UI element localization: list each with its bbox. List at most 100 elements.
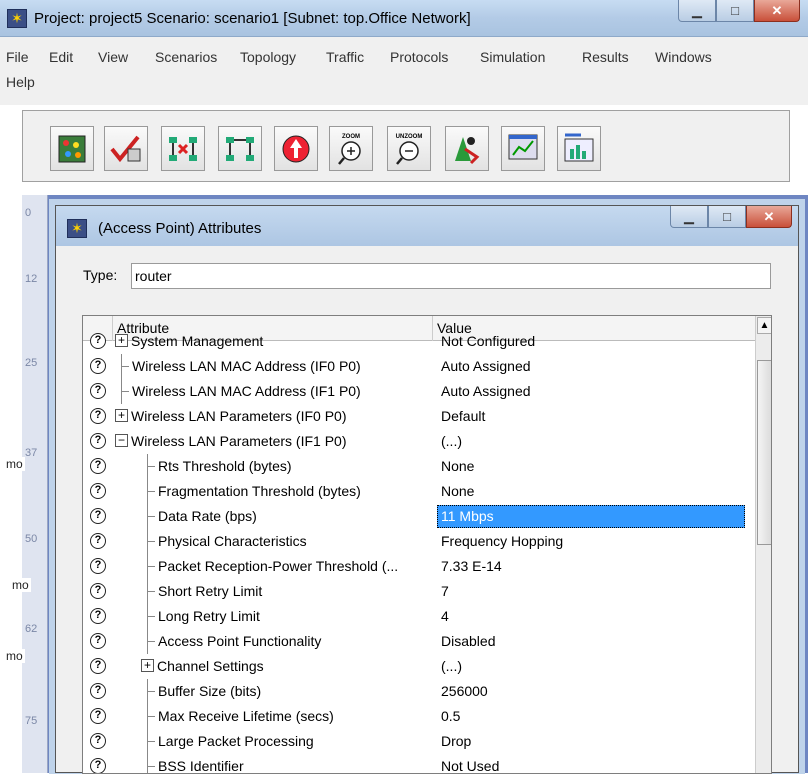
verify-links-button[interactable] <box>104 126 148 171</box>
help-icon[interactable]: ? <box>90 583 106 599</box>
tree-tick <box>147 616 155 617</box>
tree-tick <box>147 566 155 567</box>
help-icon[interactable]: ? <box>90 433 106 449</box>
dialog-maximize-button[interactable]: □ <box>708 206 746 228</box>
open-palette-button[interactable] <box>50 126 94 171</box>
recover-node-icon <box>226 136 254 161</box>
vertical-scrollbar[interactable]: ▲ <box>755 316 771 773</box>
close-button[interactable]: ✕ <box>754 0 800 22</box>
table-row[interactable]: ? BSS Identifier Not Used <box>83 754 755 773</box>
minimize-button[interactable]: ▁ <box>678 0 716 22</box>
attribute-name: Large Packet Processing <box>158 733 314 749</box>
scrollbar-thumb[interactable] <box>757 360 771 545</box>
table-row[interactable]: ? Buffer Size (bits) 256000 <box>83 679 755 704</box>
menu-view[interactable]: View <box>98 49 128 65</box>
table-row[interactable]: ? Wireless LAN MAC Address (IF0 P0) Auto… <box>83 354 755 379</box>
dialog-close-button[interactable]: ✕ <box>746 206 792 228</box>
attribute-value: 4 <box>441 608 449 624</box>
help-icon[interactable]: ? <box>90 333 106 349</box>
menu-windows[interactable]: Windows <box>655 49 712 65</box>
run-simulation-button[interactable] <box>445 126 489 171</box>
help-icon[interactable]: ? <box>90 708 106 724</box>
table-row[interactable]: ? Wireless LAN MAC Address (IF1 P0) Auto… <box>83 379 755 404</box>
tree-tick <box>147 741 155 742</box>
help-icon[interactable]: ? <box>90 608 106 624</box>
tree-tick <box>121 391 129 392</box>
expand-icon[interactable]: + <box>141 659 154 672</box>
attribute-name: Buffer Size (bits) <box>158 683 262 699</box>
fail-node-button[interactable] <box>161 126 205 171</box>
expand-icon[interactable]: + <box>115 334 128 347</box>
open-palette-icon <box>58 135 86 162</box>
help-icon[interactable]: ? <box>90 483 106 499</box>
menu-topology[interactable]: Topology <box>240 49 296 65</box>
recover-node-button[interactable] <box>218 126 262 171</box>
unzoom-icon: UNZOOM <box>396 134 422 165</box>
window-title: Project: project5 Scenario: scenario1 [S… <box>34 10 471 27</box>
node-label: mo <box>4 457 25 471</box>
scroll-up-icon[interactable]: ▲ <box>757 317 771 334</box>
table-row-selected[interactable]: ? Data Rate (bps) 11 Mbps <box>83 504 755 529</box>
table-row[interactable]: ? + Channel Settings (...) <box>83 654 755 679</box>
type-field[interactable] <box>131 263 771 289</box>
tree-tick <box>147 491 155 492</box>
expand-icon[interactable]: + <box>115 409 128 422</box>
table-row[interactable]: ? Physical Characteristics Frequency Hop… <box>83 529 755 554</box>
table-row[interactable]: ? Large Packet Processing Drop <box>83 729 755 754</box>
menu-results[interactable]: Results <box>582 49 629 65</box>
help-icon[interactable]: ? <box>90 633 106 649</box>
table-row[interactable]: ? + Wireless LAN Parameters (IF0 P0) Def… <box>83 404 755 429</box>
vertical-ruler: 0 12 25 37 50 62 75 <box>22 195 48 773</box>
table-row[interactable]: ? Rts Threshold (bytes) None <box>83 454 755 479</box>
app-icon: ✶ <box>67 219 87 238</box>
ruler-label: 0 <box>25 207 32 219</box>
maximize-button[interactable]: □ <box>716 0 754 22</box>
ruler-label: 25 <box>25 357 38 369</box>
menu-file[interactable]: File <box>6 49 29 65</box>
help-icon[interactable]: ? <box>90 508 106 524</box>
help-icon[interactable]: ? <box>90 383 106 399</box>
table-row[interactable]: ? Max Receive Lifetime (secs) 0.5 <box>83 704 755 729</box>
view-results-button[interactable] <box>501 126 545 171</box>
hide-graphs-button[interactable] <box>557 126 601 171</box>
attribute-value: (...) <box>441 433 462 449</box>
table-row[interactable]: ? Long Retry Limit 4 <box>83 604 755 629</box>
menu-help[interactable]: Help <box>6 74 35 90</box>
help-icon[interactable]: ? <box>90 533 106 549</box>
table-row[interactable]: ? + System Management Not Configured <box>83 329 755 354</box>
help-icon[interactable]: ? <box>90 408 106 424</box>
table-row[interactable]: ? Packet Reception-Power Threshold (... … <box>83 554 755 579</box>
attribute-name: Wireless LAN MAC Address (IF0 P0) <box>132 358 361 374</box>
help-icon[interactable]: ? <box>90 683 106 699</box>
table-row[interactable]: ? − Wireless LAN Parameters (IF1 P0) (..… <box>83 429 755 454</box>
attribute-name: Physical Characteristics <box>158 533 307 549</box>
table-row[interactable]: ? Short Retry Limit 7 <box>83 579 755 604</box>
help-icon[interactable]: ? <box>90 733 106 749</box>
help-icon[interactable]: ? <box>90 558 106 574</box>
unzoom-button[interactable]: UNZOOM <box>387 126 431 171</box>
attribute-name: Fragmentation Threshold (bytes) <box>158 483 361 499</box>
attribute-value: Drop <box>441 733 472 749</box>
tree-line <box>147 754 148 773</box>
menu-simulation[interactable]: Simulation <box>480 49 545 65</box>
dialog-minimize-button[interactable]: ▁ <box>670 206 708 228</box>
help-icon[interactable]: ? <box>90 458 106 474</box>
menu-traffic[interactable]: Traffic <box>326 49 364 65</box>
attribute-value: 7.33 E-14 <box>441 558 502 574</box>
help-icon[interactable]: ? <box>90 758 106 773</box>
return-to-parent-button[interactable] <box>274 126 318 171</box>
attribute-value[interactable]: 11 Mbps <box>441 508 494 524</box>
menu-protocols[interactable]: Protocols <box>390 49 448 65</box>
menu-scenarios[interactable]: Scenarios <box>155 49 217 65</box>
attribute-value: Frequency Hopping <box>441 533 564 549</box>
table-row[interactable]: ? Fragmentation Threshold (bytes) None <box>83 479 755 504</box>
menu-edit[interactable]: Edit <box>49 49 73 65</box>
node-label: mo <box>10 578 31 592</box>
help-icon[interactable]: ? <box>90 658 106 674</box>
table-row[interactable]: ? Access Point Functionality Disabled <box>83 629 755 654</box>
collapse-icon[interactable]: − <box>115 434 128 447</box>
zoom-button[interactable]: ZOOM <box>329 126 373 171</box>
attribute-name: Long Retry Limit <box>158 608 260 624</box>
help-icon[interactable]: ? <box>90 358 106 374</box>
attributes-dialog: ✶ (Access Point) Attributes ▁ □ ✕ Type: … <box>55 205 799 774</box>
